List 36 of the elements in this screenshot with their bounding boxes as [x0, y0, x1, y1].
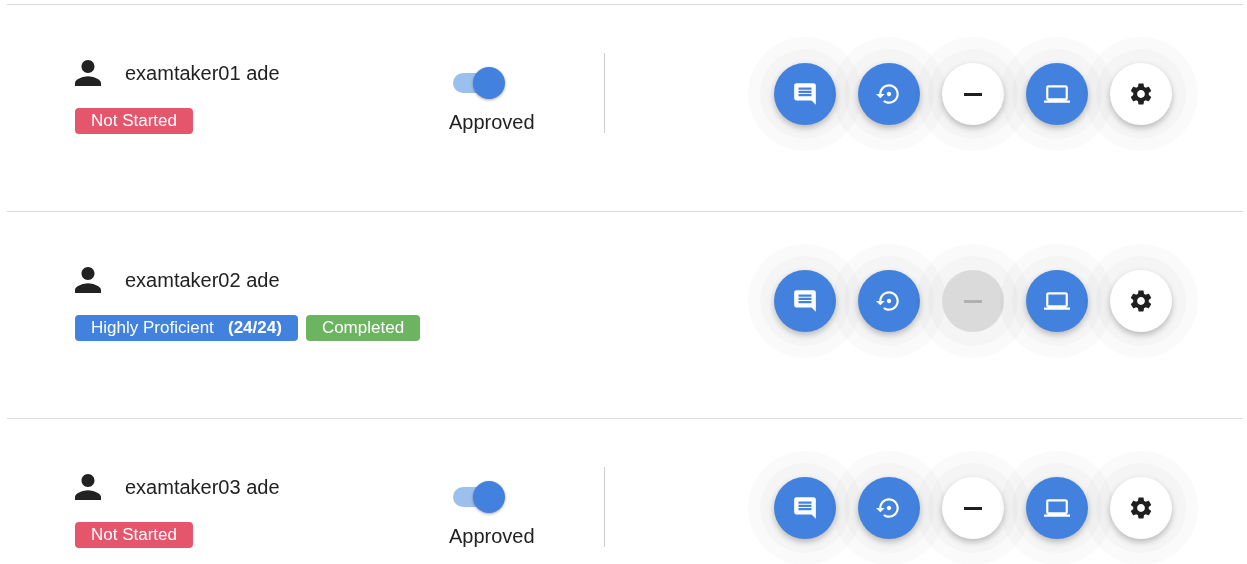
minus-icon — [964, 92, 982, 96]
settings-button[interactable] — [1110, 477, 1172, 539]
minus-icon — [964, 506, 982, 510]
restore-button[interactable] — [858, 477, 920, 539]
chat-icon — [792, 288, 818, 314]
chat-button[interactable] — [774, 63, 836, 125]
gear-icon — [1128, 81, 1154, 107]
settings-button[interactable] — [1110, 270, 1172, 332]
chat-icon — [792, 495, 818, 521]
switch-label: Approved — [449, 111, 536, 134]
status-badge: Highly Proficient (24/24) — [75, 315, 298, 341]
status-badge: Not Started — [75, 108, 193, 134]
status-badge: Not Started — [75, 522, 193, 548]
user-name: examtaker03 ade — [125, 475, 280, 499]
gear-icon — [1128, 288, 1154, 314]
status-badge: Completed — [305, 315, 421, 341]
settings-button[interactable] — [1110, 63, 1172, 125]
laptop-button[interactable] — [1026, 63, 1088, 125]
minus-icon — [964, 299, 982, 303]
laptop-button[interactable] — [1026, 270, 1088, 332]
restore-button[interactable] — [858, 270, 920, 332]
person-icon — [75, 60, 101, 86]
restore-icon — [876, 81, 902, 107]
laptop-button[interactable] — [1026, 477, 1088, 539]
switch-label: Approved — [449, 525, 536, 548]
person-icon — [75, 474, 101, 500]
restore-button[interactable] — [858, 63, 920, 125]
gear-icon — [1128, 495, 1154, 521]
user-name: examtaker02 ade — [125, 268, 280, 292]
user-name: examtaker01 ade — [125, 61, 280, 85]
person-icon — [75, 267, 101, 293]
chat-button[interactable] — [774, 477, 836, 539]
restore-icon — [876, 288, 902, 314]
chat-icon — [792, 81, 818, 107]
chat-button[interactable] — [774, 270, 836, 332]
restore-icon — [876, 495, 902, 521]
